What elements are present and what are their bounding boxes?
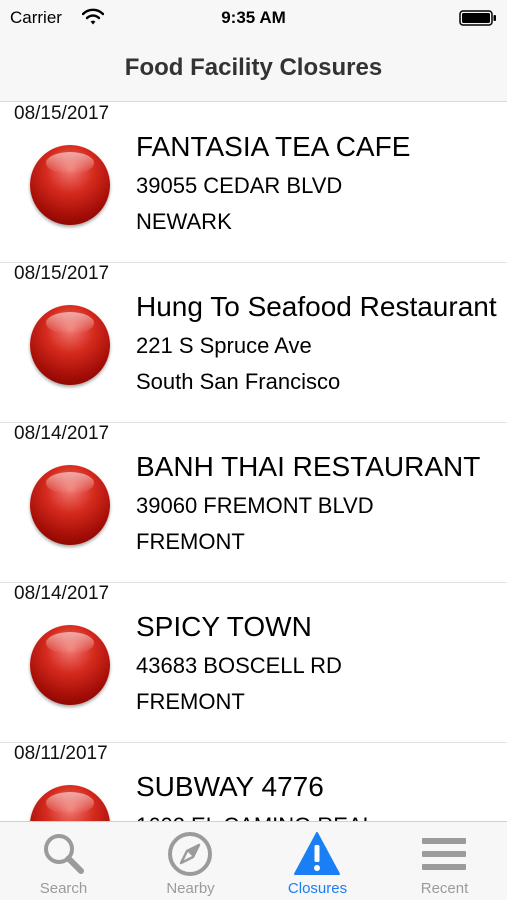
tab-nearby[interactable]: Nearby — [127, 822, 254, 900]
red-status-icon — [30, 145, 110, 225]
facility-address: 43683 BOSCELL RD — [136, 653, 342, 678]
facility-city: FREMONT — [136, 529, 245, 554]
closure-row[interactable]: 08/11/2017 SUBWAY 4776 1602 EL CAMINO RE… — [0, 743, 507, 821]
red-status-icon — [30, 305, 110, 385]
closure-date: 08/14/2017 — [14, 583, 110, 604]
closure-date: 08/15/2017 — [14, 263, 110, 284]
facility-address: 221 S Spruce Ave — [136, 333, 312, 358]
red-status-icon — [30, 785, 110, 821]
closure-date: 08/14/2017 — [14, 423, 110, 444]
battery-icon — [459, 10, 496, 26]
facility-address: 1602 EL CAMINO REAL — [136, 813, 375, 821]
tab-search[interactable]: Search — [0, 822, 127, 900]
facility-address: 39055 CEDAR BLVD — [136, 173, 343, 198]
facility-name: FANTASIA TEA CAFE — [136, 131, 411, 162]
closure-date: 08/15/2017 — [14, 103, 110, 124]
tab-search-label: Search — [39, 880, 88, 897]
closure-date: 08/11/2017 — [14, 743, 108, 764]
tab-nearby-label: Nearby — [166, 880, 215, 897]
menu-icon — [422, 838, 466, 870]
facility-name: Hung To Seafood Restaurant — [136, 291, 497, 322]
facility-name: SUBWAY 4776 — [136, 771, 324, 802]
red-status-icon — [30, 625, 110, 705]
status-time: 9:35 AM — [221, 8, 286, 27]
facility-city: FREMONT — [136, 689, 245, 714]
facility-city: South San Francisco — [136, 369, 341, 394]
status-bar: Carrier 9:35 AM — [0, 0, 507, 38]
tab-closures[interactable]: Closures — [254, 822, 381, 900]
facility-name: BANH THAI RESTAURANT — [136, 451, 481, 482]
warning-icon — [294, 832, 340, 875]
facility-name: SPICY TOWN — [136, 611, 312, 642]
closure-row[interactable]: 08/14/2017 SPICY TOWN 43683 BOSCELL RD F… — [0, 583, 507, 743]
search-icon — [44, 834, 84, 874]
red-status-icon — [30, 465, 110, 545]
closure-row[interactable]: 08/15/2017 Hung To Seafood Restaurant 22… — [0, 263, 507, 423]
facility-city: NEWARK — [136, 209, 232, 234]
tab-bar: Search Nearby Closures Recent — [0, 821, 507, 900]
tab-recent[interactable]: Recent — [381, 822, 507, 900]
closure-row[interactable]: 08/14/2017 BANH THAI RESTAURANT 39060 FR… — [0, 423, 507, 583]
navigation-bar: Food Facility Closures — [0, 38, 507, 102]
page-title: Food Facility Closures — [124, 54, 383, 81]
closure-row[interactable]: 08/15/2017 FANTASIA TEA CAFE 39055 CEDAR… — [0, 103, 507, 263]
tab-recent-label: Recent — [420, 880, 469, 897]
compass-icon — [168, 832, 212, 876]
closures-list[interactable]: 08/15/2017 FANTASIA TEA CAFE 39055 CEDAR… — [0, 103, 507, 821]
tab-closures-label: Closures — [287, 880, 348, 897]
facility-address: 39060 FREMONT BLVD — [136, 493, 374, 518]
